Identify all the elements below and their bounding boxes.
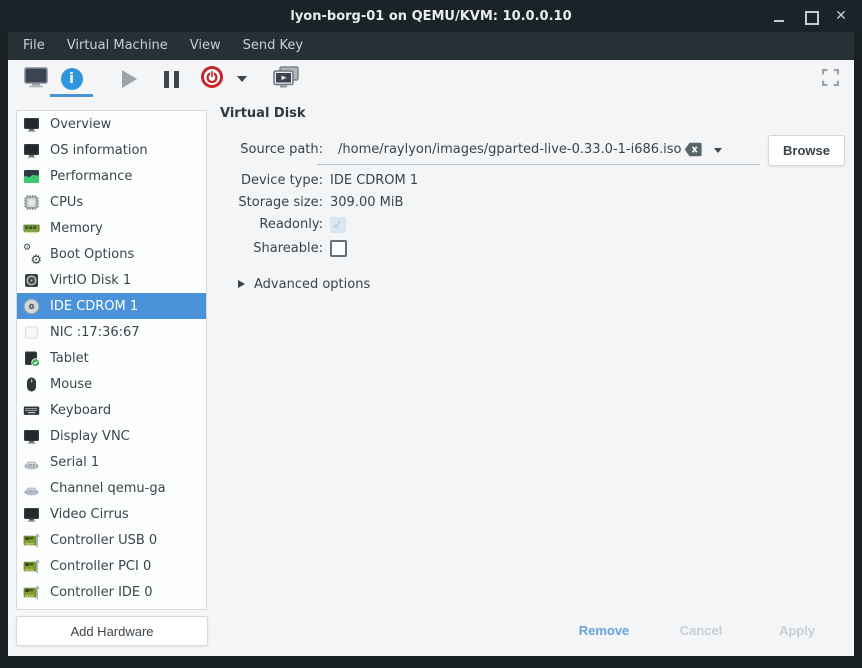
menu-item-view[interactable]: View: [179, 32, 232, 60]
cancel-button[interactable]: Cancel: [659, 616, 743, 644]
sidebar-item-label: Controller USB 0: [50, 533, 157, 548]
run-icon: [122, 70, 137, 88]
sidebar-item-tablet[interactable]: Tablet: [17, 345, 206, 371]
sidebar-item-label: Keyboard: [50, 403, 111, 418]
readonly-checkbox[interactable]: ✓: [330, 217, 346, 233]
device-type-label: Device type:: [20, 170, 323, 192]
sidebar-item-channel-qemu-ga[interactable]: Channel qemu-ga: [17, 475, 206, 501]
active-tab-underline: [50, 94, 93, 97]
mouse-icon: [23, 376, 40, 393]
expander-triangle-icon: [238, 280, 245, 288]
client-area: FileVirtual MachineViewSend Key i: [8, 32, 854, 656]
graphical-console-icon: [273, 66, 300, 93]
storage-size-value: 309.00 MiB: [330, 192, 403, 214]
content: OverviewOS informationPerformanceCPUsMem…: [8, 98, 854, 656]
vm-details-info-icon: i: [61, 68, 83, 90]
serial-port-icon: [23, 454, 40, 471]
maximize-icon[interactable]: [803, 9, 817, 23]
shutdown-button[interactable]: [192, 61, 232, 97]
page-title: Virtual Disk: [220, 106, 306, 121]
window-controls: ✕: [772, 0, 848, 32]
serial-port-icon: [23, 480, 40, 497]
sidebar-item-label: Controller PCI 0: [50, 559, 151, 574]
pci-card-icon: [23, 610, 40, 611]
shareable-checkbox[interactable]: [330, 240, 347, 257]
sidebar-item-keyboard[interactable]: Keyboard: [17, 397, 206, 423]
graphical-console-button[interactable]: [266, 61, 306, 97]
close-icon[interactable]: ✕: [834, 9, 848, 23]
monitor-dark-icon: [23, 506, 40, 523]
window-title: lyon-borg-01 on QEMU/KVM: 10.0.0.10: [290, 9, 571, 24]
fullscreen-icon: [822, 69, 839, 90]
pci-card-icon: [23, 532, 40, 549]
device-type-row: Device type: IDE CDROM 1: [8, 170, 854, 192]
monitor-dark-icon: [23, 116, 40, 133]
cdrom-disc-icon: [23, 298, 40, 315]
sidebar-item-label: IDE CDROM 1: [50, 299, 138, 314]
menu-item-file[interactable]: File: [12, 32, 56, 60]
apply-button[interactable]: Apply: [755, 616, 839, 644]
pci-card-icon: [23, 558, 40, 575]
source-path-dropdown-caret-icon[interactable]: [714, 148, 722, 153]
storage-size-row: Storage size: 309.00 MiB: [8, 192, 854, 214]
keyboard-icon: [23, 402, 40, 419]
advanced-options-label: Advanced options: [254, 277, 370, 292]
toolbar: i: [8, 60, 854, 98]
sidebar-item-label: Overview: [50, 117, 111, 132]
menubar: FileVirtual MachineViewSend Key: [8, 32, 854, 60]
add-hardware-button[interactable]: Add Hardware: [16, 616, 208, 646]
sidebar-item-nic-17-36-67[interactable]: NIC :17:36:67: [17, 319, 206, 345]
sidebar-item-controller-usb-0[interactable]: Controller USB 0: [17, 527, 206, 553]
menu-item-virtual-machine[interactable]: Virtual Machine: [56, 32, 179, 60]
pci-card-icon: [23, 584, 40, 601]
source-path-label: Source path:: [20, 135, 323, 165]
nic-card-icon: [23, 324, 40, 341]
titlebar: lyon-borg-01 on QEMU/KVM: 10.0.0.10 ✕: [0, 0, 862, 32]
sidebar-item-display-vnc[interactable]: Display VNC: [17, 423, 206, 449]
pause-icon: [164, 71, 179, 88]
sidebar-item-overview[interactable]: Overview: [17, 111, 206, 137]
browse-button[interactable]: Browse: [768, 135, 845, 166]
sidebar-item-label: Serial 1: [50, 455, 99, 470]
monitor-dark-icon: [23, 428, 40, 445]
vm-window: lyon-borg-01 on QEMU/KVM: 10.0.0.10 ✕ Fi…: [0, 0, 862, 668]
source-path-row: Source path:: [8, 135, 854, 165]
shutdown-menu-button[interactable]: [230, 61, 254, 97]
menu-item-send-key[interactable]: Send Key: [232, 32, 314, 60]
sidebar-item-video-cirrus[interactable]: Video Cirrus: [17, 501, 206, 527]
minimize-icon[interactable]: [772, 9, 786, 23]
vm-details-button[interactable]: i: [50, 61, 93, 97]
sidebar-item-label: Controller IDE 0: [50, 585, 153, 600]
readonly-label: Readonly:: [20, 214, 323, 236]
sidebar-item-label: NIC :17:36:67: [50, 325, 140, 340]
sidebar-item-controller-ide-0[interactable]: Controller IDE 0: [17, 579, 206, 605]
pause-button[interactable]: [151, 61, 191, 97]
fullscreen-button[interactable]: [810, 61, 850, 97]
sidebar-item-ide-cdrom-1[interactable]: IDE CDROM 1: [17, 293, 206, 319]
device-type-value: IDE CDROM 1: [330, 170, 418, 192]
advanced-options-expander[interactable]: Advanced options: [8, 274, 854, 294]
sidebar-item-label: Display VNC: [50, 429, 130, 444]
sidebar-item-mouse[interactable]: Mouse: [17, 371, 206, 397]
clear-entry-icon[interactable]: [684, 142, 702, 157]
readonly-row: Readonly: ✓: [8, 214, 854, 236]
tablet-check-icon: [23, 350, 40, 367]
sidebar-item-serial-1[interactable]: Serial 1: [17, 449, 206, 475]
shareable-row: Shareable:: [8, 237, 854, 261]
storage-size-label: Storage size:: [20, 192, 323, 214]
sidebar-item-partial-next[interactable]: [17, 605, 206, 610]
sidebar-item-label: Channel qemu-ga: [50, 481, 166, 496]
sidebar-item-label: Mouse: [50, 377, 92, 392]
shareable-label: Shareable:: [20, 237, 323, 261]
sidebar-item-label: Video Cirrus: [50, 507, 129, 522]
run-button[interactable]: [109, 61, 149, 97]
remove-button[interactable]: Remove: [564, 616, 644, 644]
shutdown-menu-caret-icon: [237, 76, 247, 82]
sidebar-item-label: Tablet: [50, 351, 89, 366]
checkmark-icon: ✓: [333, 219, 344, 232]
sidebar-item-controller-pci-0[interactable]: Controller PCI 0: [17, 553, 206, 579]
console-monitor-icon: [24, 67, 48, 92]
shutdown-icon: [200, 65, 224, 93]
